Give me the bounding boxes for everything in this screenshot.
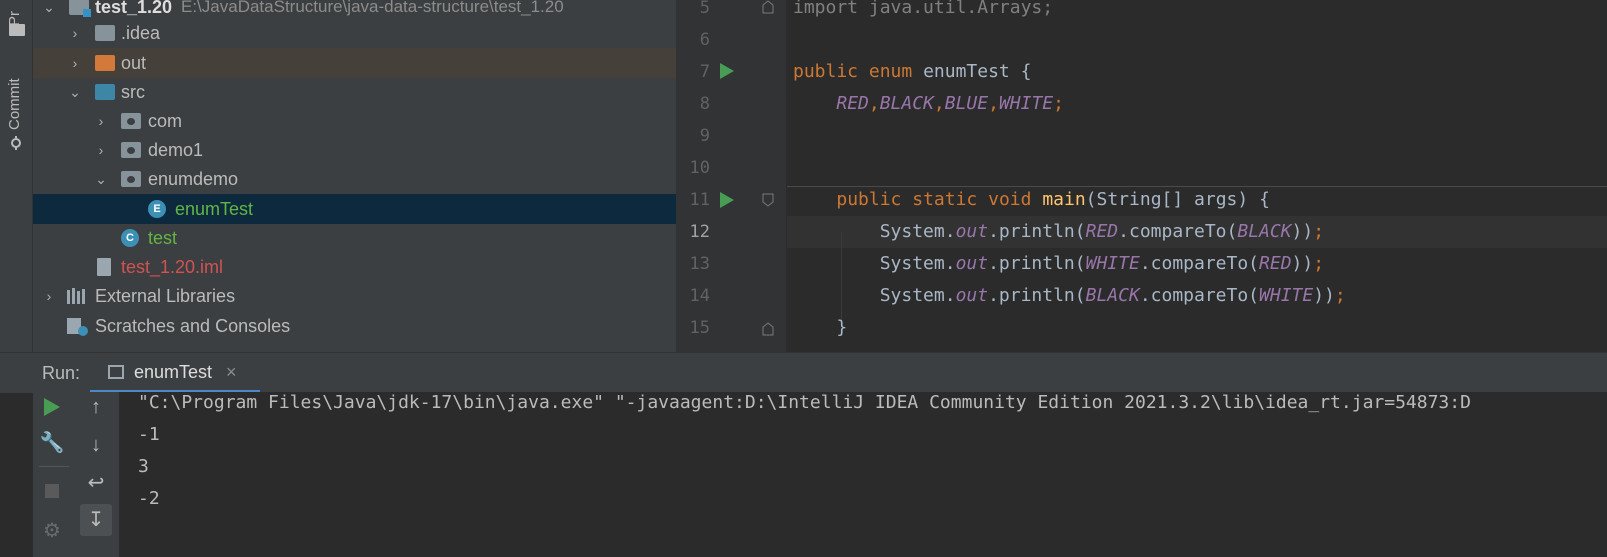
line-number: 10 [689,158,710,178]
tree-item-label: enumTest [175,199,254,219]
console-line: -2 [138,488,160,509]
project-tool-tab[interactable]: Pr [6,0,26,26]
folder-icon [9,24,25,36]
tree-item-label: out [121,53,147,73]
tree-item-label: test [148,228,178,248]
settings-icon[interactable]: ⚙ [39,518,65,544]
line-number: 13 [689,254,710,274]
code-line-7: public enum enumTest { [793,61,1032,82]
arrow-down-icon[interactable]: ↓ [83,432,109,458]
package-icon [121,142,141,158]
code-line-13: System.out.println(WHITE.compareTo(RED))… [879,253,1325,274]
line-number: 5 [699,0,710,18]
tree-item-label: Scratches and Consoles [95,316,291,336]
tree-item-label: enumdemo [148,169,239,189]
code-line-11: public static void main(String[] args) { [836,189,1270,210]
code-line-12: System.out.println(RED.compareTo(BLACK))… [879,221,1325,242]
arrow-up-icon[interactable]: ↑ [83,394,109,420]
code-line-15: } [836,317,848,338]
code-line-14: System.out.println(BLACK.compareTo(WHITE… [879,285,1346,306]
toolbar-divider [39,466,69,467]
stop-icon[interactable] [39,478,65,504]
tree-item-enumdemo[interactable]: ⌄ enumdemo [33,164,676,194]
folder-orange-icon [95,55,115,71]
libraries-icon [67,288,87,304]
current-line-number: 12 [689,222,710,242]
line-number: 14 [689,286,710,306]
package-icon [121,171,141,187]
iml-file-icon [97,258,111,276]
line-number: 7 [699,62,710,82]
tree-item-test[interactable]: C test [33,223,676,253]
tree-item-src[interactable]: ⌄ src [33,77,676,107]
run-tab-label: enumTest [134,362,213,382]
tree-item-iml[interactable]: test_1.20.iml [33,252,676,282]
console-line: "C:\Program Files\Java\jdk-17\bin\java.e… [138,392,1471,413]
tree-item-demo1[interactable]: › demo1 [33,135,676,165]
tree-item-label: demo1 [148,140,204,160]
code-line-5: import java.util.Arrays; [793,0,1054,18]
tree-item-enumTest[interactable]: E enumTest [33,194,676,224]
run-class-icon[interactable] [720,63,734,84]
tree-item-com[interactable]: › com [33,106,676,136]
run-console[interactable]: "C:\Program Files\Java\jdk-17\bin\java.e… [119,392,1607,557]
chevron-right-icon[interactable]: › [93,135,109,165]
soft-wrap-icon[interactable]: ↩ [83,470,109,496]
class-icon: C [121,229,139,247]
line-number: 9 [699,126,710,146]
chevron-down-icon[interactable]: ⌄ [93,164,109,194]
run-toolbar: ↑ 🔧 ↓ ↩ ↧ ⚙ [33,392,119,557]
wrench-icon[interactable]: 🔧 [39,430,65,456]
enum-class-icon: E [148,200,166,218]
chevron-down-icon[interactable]: ⌄ [67,77,83,107]
commit-icon [9,136,23,150]
run-tool-header: Run: enumTest × [0,352,1607,393]
chevron-right-icon[interactable]: › [67,48,83,78]
run-main-icon[interactable] [720,192,734,213]
module-icon [69,0,91,17]
tree-item-label: .idea [121,23,161,43]
scratches-icon [67,318,88,336]
run-tab-enumTest[interactable]: enumTest × [90,353,260,393]
tree-item-label: test_1.20.iml [121,257,224,277]
console-icon [108,365,124,379]
chevron-right-icon[interactable]: › [93,106,109,136]
folder-icon [95,25,115,41]
scroll-to-end-icon[interactable]: ↧ [80,504,112,536]
left-tool-strip: Pr Commit [0,0,33,352]
close-tab-icon[interactable]: × [226,353,237,391]
console-line: 3 [138,456,149,477]
commit-tool-tab[interactable]: Commit [6,66,26,130]
line-number: 15 [689,318,710,338]
rerun-icon[interactable] [39,394,65,420]
chevron-right-icon[interactable]: › [41,281,57,311]
chevron-right-icon[interactable]: › [67,18,83,48]
tree-item-idea[interactable]: › .idea [33,18,676,48]
tree-item-external-libraries[interactable]: › External Libraries [33,281,676,311]
code-line-8: RED,BLACK,BLUE,WHITE; [836,93,1064,114]
tree-item-scratches[interactable]: Scratches and Consoles [33,311,676,341]
code-editor[interactable]: import java.util.Arrays; public enum enu… [787,0,1607,352]
source-folder-icon [95,84,115,100]
editor-gutter: 5 6 7 8 9 10 11 12 13 14 15 [676,0,786,352]
console-line: -1 [138,424,160,445]
line-number: 6 [699,30,710,50]
tree-item-out[interactable]: › out [33,48,676,78]
tree-item-label: External Libraries [95,286,236,306]
fold-marker-icon[interactable] [762,322,774,341]
run-label: Run: [42,363,81,383]
fold-marker-icon[interactable] [762,0,774,19]
line-number: 8 [699,94,710,114]
package-icon [121,113,141,129]
tree-item-label: src [121,82,145,102]
tree-item-label: com [148,111,183,131]
project-tree: ⌄ test_1.20 E:\JavaDataStructure\java-da… [33,0,676,352]
fold-marker-icon[interactable] [762,193,774,212]
line-number: 11 [689,190,710,210]
